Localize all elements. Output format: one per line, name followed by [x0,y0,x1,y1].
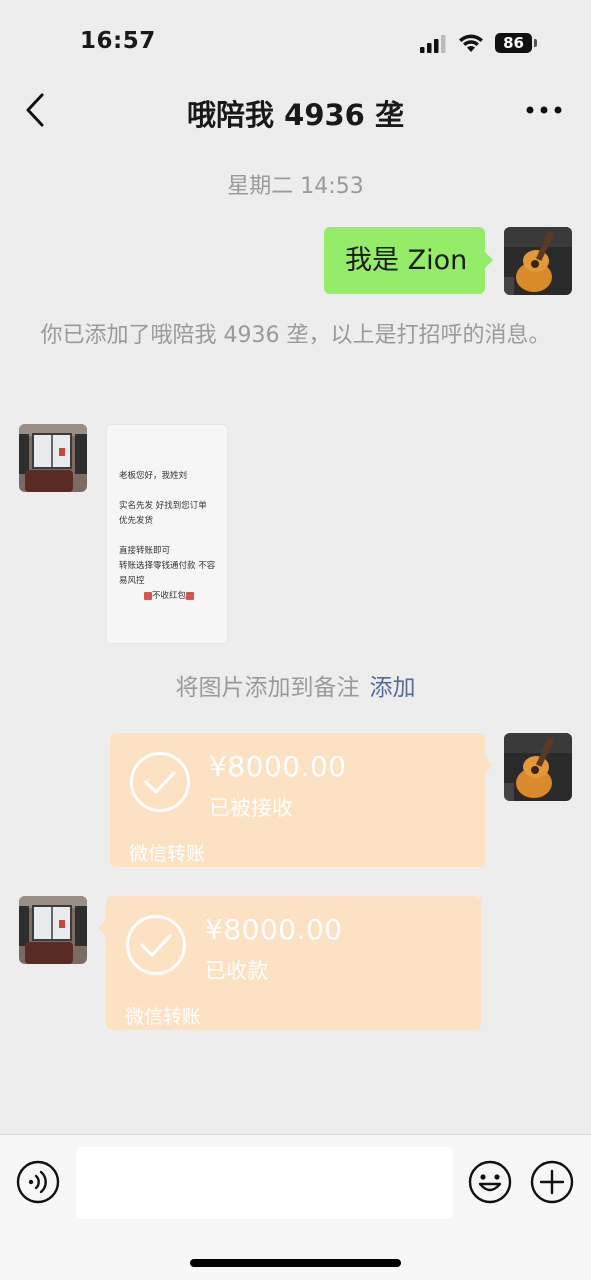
home-indicator [190,1259,401,1267]
battery-level: 86 [495,33,532,53]
image-text-line: 直接转账即可 [119,546,171,556]
transfer-amount: ¥8000.00 [205,913,343,946]
transfer-card-sent[interactable]: ¥8000.00 已被接收 微信转账 [110,733,485,867]
image-text-line: 转账选择零钱通付款 不容易风控 [119,561,216,586]
add-to-note-text: 将图片添加到备注 [175,675,360,701]
bubble-tail [485,252,493,268]
transfer-status: 已被接收 [209,796,293,820]
message-timestamp: 星期二 14:53 [227,174,364,199]
my-avatar[interactable] [504,733,572,801]
add-to-note-prompt: 将图片添加到备注 添加 [0,668,591,702]
image-message[interactable]: 老板您好，我姓刘 实名先发 好找到您订单 优先发货 直接转账即可 转账选择零钱通… [106,424,228,644]
emoji-icon[interactable] [468,1160,512,1204]
image-text-line: 优先发货 [119,516,154,526]
battery-icon: 86 [495,33,537,53]
message-input[interactable] [76,1147,453,1219]
add-to-note-link[interactable]: 添加 [370,675,416,701]
red-square-icon [143,591,152,600]
chat-title: 哦陪我 4936 垄 [187,98,404,132]
more-dots-icon[interactable] [524,100,564,120]
my-avatar[interactable] [504,227,572,295]
wifi-icon [459,34,483,52]
plus-icon[interactable] [530,1160,574,1204]
transfer-footer: 微信转账 [129,843,206,865]
check-circle-icon [126,915,186,975]
check-circle-icon [130,752,190,812]
red-square-icon [186,591,194,600]
contact-avatar[interactable] [19,424,87,492]
voice-icon[interactable] [16,1160,60,1204]
image-text-line-redpacket: 不收红包 [119,589,219,604]
bubble-tail [485,757,493,773]
bubble-tail [98,920,106,936]
transfer-status: 已收款 [205,959,268,983]
contact-avatar[interactable] [19,896,87,964]
status-time: 16:57 [80,28,156,54]
image-text-line: 老板您好，我姓刘 [119,471,188,481]
cellular-signal-icon [420,35,446,53]
transfer-footer: 微信转账 [125,1006,202,1028]
my-message-bubble[interactable]: 我是 Zion [324,227,485,294]
image-text-line: 实名先发 好找到您订单 [119,501,207,511]
transfer-card-received[interactable]: ¥8000.00 已收款 微信转账 [106,896,481,1030]
transfer-amount: ¥8000.00 [209,750,347,783]
system-message: 你已添加了哦陪我 4936 垄，以上是打招呼的消息。 [40,323,551,348]
